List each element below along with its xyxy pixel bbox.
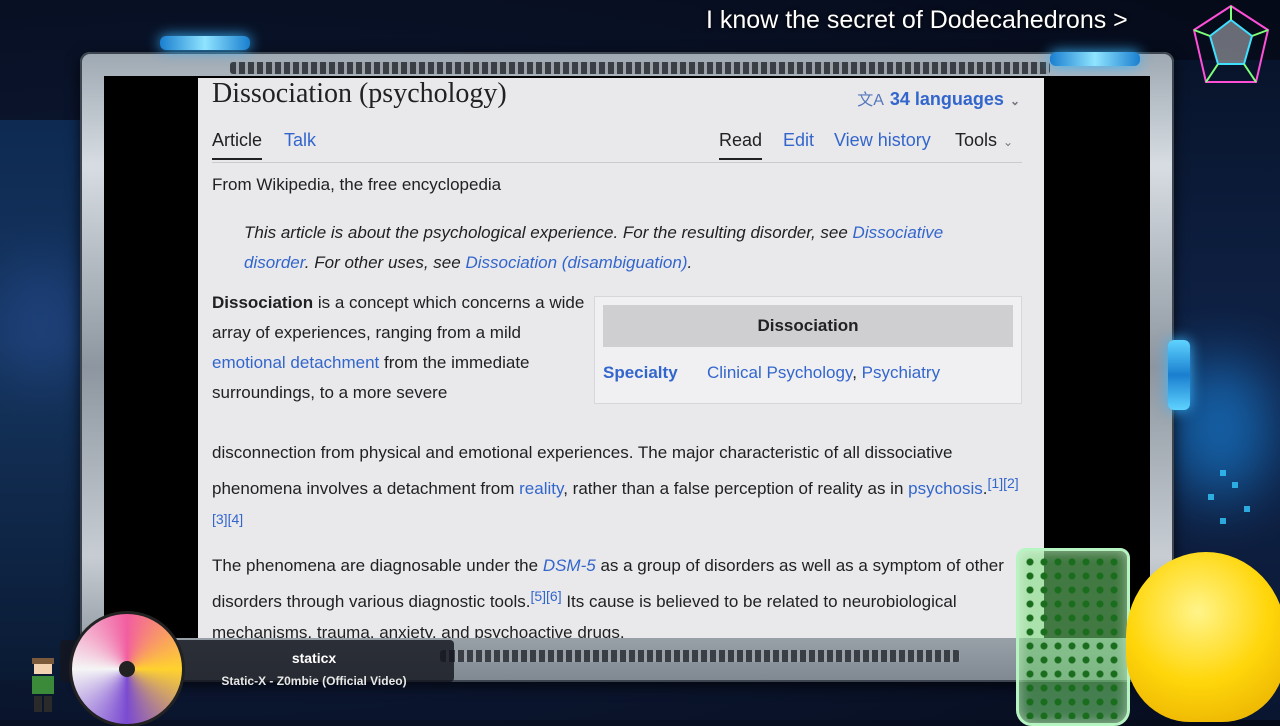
tab-tools[interactable]: Tools ⌄ (955, 130, 1013, 158)
frame-light-top-right (1050, 52, 1140, 66)
tools-label: Tools (955, 130, 998, 150)
translate-icon: 文A (857, 92, 884, 109)
lead-paragraph-full: disconnection from physical and emotiona… (212, 438, 1022, 540)
site-tagline: From Wikipedia, the free encyclopedia (212, 175, 502, 194)
languages-button[interactable]: 文A 34 languages ⌄ (857, 86, 1020, 110)
hatnote-text: This article is about the psychological … (244, 223, 853, 242)
lead-text: , rather than a false perception of real… (563, 479, 909, 498)
disc-hole (119, 661, 135, 677)
neon-block (1244, 506, 1250, 512)
page-title: Dissociation (psychology) (212, 78, 507, 109)
languages-label: 34 languages (889, 89, 1004, 109)
tab-view-history[interactable]: View history (834, 130, 931, 158)
paragraph-2: The phenomena are diagnosable under the … (212, 550, 1022, 638)
link-dsm-5[interactable]: DSM-5 (543, 556, 596, 575)
album-disc-icon (72, 614, 182, 724)
background-glow-left (0, 260, 80, 380)
dodecahedron-icon (1192, 4, 1270, 83)
chevron-down-icon: ⌄ (1003, 135, 1014, 149)
wikipedia-page: Dissociation (psychology) 文A 34 languages… (198, 78, 1044, 638)
glass-of-cubes-icon (1016, 548, 1130, 726)
infobox-value: Clinical Psychology, Psychiatry (707, 363, 940, 383)
link-clinical-psychology[interactable]: Clinical Psychology (707, 363, 852, 382)
link-reality[interactable]: reality (519, 479, 563, 498)
link-dissociation-disambiguation[interactable]: Dissociation (disambiguation) (465, 253, 687, 272)
infobox: Dissociation Specialty Clinical Psycholo… (594, 296, 1022, 404)
tab-edit[interactable]: Edit (783, 130, 814, 158)
page-tabs: Article Talk Read Edit View history Tool… (212, 128, 1022, 163)
neon-block (1208, 494, 1214, 500)
neon-block (1232, 482, 1238, 488)
infobox-separator: , (852, 363, 862, 382)
chevron-down-icon: ⌄ (1009, 94, 1020, 108)
hatnote: This article is about the psychological … (244, 218, 1004, 278)
link-emotional-detachment[interactable]: emotional detachment (212, 353, 379, 372)
infobox-heading: Dissociation (603, 305, 1013, 347)
infobox-key-specialty[interactable]: Specialty (603, 363, 678, 383)
frame-vent-top (230, 62, 1050, 74)
link-psychiatry[interactable]: Psychiatry (862, 363, 940, 382)
tab-read[interactable]: Read (719, 130, 763, 160)
neon-block (1220, 518, 1226, 524)
lead-bold-term: Dissociation (212, 293, 314, 312)
glass-pattern (1023, 555, 1123, 719)
hatnote-text: . (687, 253, 693, 272)
frame-light-right (1168, 340, 1190, 410)
background-city-left (0, 120, 90, 680)
lead-paragraph-wrap: Dissociation is a concept which concerns… (212, 288, 587, 408)
frame-vent-bottom (440, 650, 960, 662)
overlay-top-text: I know the secret of Dodecahedrons > (706, 6, 1128, 34)
yellow-mascot-icon (1126, 552, 1280, 722)
tab-article[interactable]: Article (212, 130, 263, 160)
neon-block (1220, 470, 1226, 476)
citation-refs[interactable]: [5][6] (530, 588, 561, 604)
tab-talk[interactable]: Talk (284, 130, 316, 158)
pixel-character-icon (32, 658, 54, 712)
para2-text: The phenomena are diagnosable under the (212, 556, 543, 575)
frame-light-top-left (160, 36, 250, 50)
hatnote-text: . For other uses, see (304, 253, 466, 272)
link-psychosis[interactable]: psychosis (908, 479, 983, 498)
